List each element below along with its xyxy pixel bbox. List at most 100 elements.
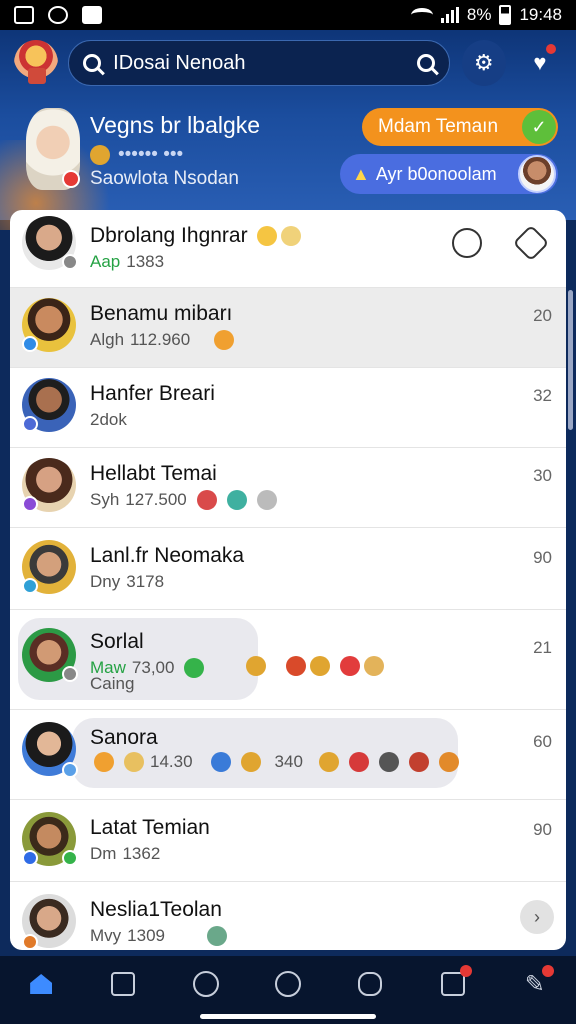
list-item[interactable]: Neslia1Teolan Mvy 1309 › (10, 882, 566, 950)
unread-count: 21 (533, 638, 552, 657)
contact-meta: Aap 1383 (90, 252, 165, 271)
contact-meta: Algh 112.960 (90, 330, 235, 350)
list-item[interactable]: Sanora 14.30 340 60 (10, 710, 566, 800)
group-button[interactable]: ▲ Ayr b0onoolam (340, 154, 558, 194)
chevron-right-icon: › (534, 906, 540, 927)
notification-badge (545, 44, 556, 54)
warning-icon: ▲ (352, 163, 370, 184)
status-badge (22, 496, 38, 512)
add-friend-button[interactable]: Mdam Temaın ✓ (362, 108, 558, 146)
unread-count: 32 (533, 386, 552, 405)
nav-clock[interactable] (271, 967, 305, 1001)
status-badge (22, 850, 38, 866)
emoji-row (242, 656, 384, 676)
status-badge (62, 762, 78, 778)
scroll-down-button[interactable]: › (520, 900, 554, 934)
unread-count: 20 (533, 306, 552, 325)
signal-icon (440, 7, 459, 23)
heart-icon: ♥ (533, 50, 547, 75)
scrollbar[interactable] (568, 290, 573, 430)
book-icon (111, 972, 136, 996)
check-icon: ✓ (522, 110, 556, 144)
contact-meta: Mvy 1309 (90, 926, 227, 946)
search-value: IDosai Nenoah (113, 51, 246, 74)
status-bar: 8% 19:48 (0, 0, 576, 30)
list-item[interactable]: Dbrolang Ihgnrar Aap 1383 (10, 210, 566, 288)
contact-meta: Dm 1362 (90, 844, 161, 863)
contact-name: Benamu mibarı (90, 302, 233, 325)
profile-subtitle: •••••• ••• (90, 144, 183, 166)
panda-icon (48, 6, 68, 24)
clock-time: 19:48 (519, 5, 562, 24)
nav-home[interactable] (24, 967, 58, 1001)
search-input[interactable]: IDosai Nenoah (68, 40, 450, 86)
unread-count: 90 (533, 548, 552, 567)
add-friend-label: Mdam Temaın (378, 116, 499, 137)
nav-edit[interactable]: ✎ (518, 965, 554, 1001)
contact-name: Neslia1Teolan (90, 898, 222, 921)
docs-badge (459, 965, 472, 977)
contact-name: Lanl.fr Neomaka (90, 544, 245, 567)
gallery-icon (14, 6, 34, 24)
status-badge (62, 254, 78, 270)
top-bar: IDosai Nenoah ⚙ ♥ (14, 40, 562, 86)
contact-meta: Dny 3178 (90, 572, 165, 591)
notifications-button[interactable]: ♥ (518, 40, 562, 86)
status-badge (22, 336, 38, 352)
home-icon (30, 974, 53, 994)
contact-name: Sanora (90, 726, 158, 749)
nav-search[interactable] (189, 967, 223, 1001)
status-badge (62, 666, 78, 682)
contact-name: Hellabt Temai (90, 462, 217, 485)
nav-docs[interactable] (436, 965, 472, 1001)
status-badge (22, 416, 38, 432)
contact-meta: 2dok (90, 410, 127, 429)
avatar (518, 155, 556, 193)
list-item[interactable]: Lanl.fr Neomaka Dny 3178 90 (10, 528, 566, 610)
contact-meta: 14.30 340 (90, 752, 459, 772)
list-item[interactable]: Hanfer Breari 2dok 32 (10, 368, 566, 448)
nav-book[interactable] (106, 967, 140, 1001)
unread-count: 60 (533, 732, 552, 751)
search-icon (192, 971, 219, 997)
group-label: Ayr b0onoolam (375, 163, 497, 184)
contact-name: Hanfer Breari (90, 382, 215, 405)
gear-icon: ⚙ (473, 50, 494, 75)
battery-icon (499, 5, 512, 25)
home-indicator[interactable] (200, 1014, 376, 1019)
settings-button[interactable]: ⚙ (461, 40, 506, 86)
search-icon (83, 54, 102, 72)
emoji-icon[interactable] (452, 228, 482, 258)
list-item[interactable]: Hellabt Temai Syh 127.500 30 (10, 448, 566, 528)
status-badge (22, 578, 38, 594)
contact-meta: Syh 127.500 (90, 490, 277, 510)
battery-percent: 8% (466, 5, 492, 24)
docs-icon (440, 972, 465, 996)
contact-name: Latat Temian (90, 816, 210, 839)
wifi-icon (410, 8, 433, 22)
contact-list: Dbrolang Ihgnrar Aap 1383 Benamu mibarı A… (10, 210, 566, 950)
contact-name: Dbrolang Ihgnrar (90, 224, 302, 248)
people-icon (358, 972, 383, 996)
online-badge (62, 850, 78, 866)
coin-icon (90, 145, 110, 165)
search-submit-icon[interactable] (416, 54, 435, 72)
list-item[interactable]: Benamu mibarı Algh 112.960 20 (10, 288, 566, 368)
unread-count: 30 (533, 466, 552, 485)
gear-icon[interactable] (512, 224, 550, 262)
contact-name: Sorlal (90, 630, 144, 653)
unread-count: 90 (533, 820, 552, 839)
status-badge (22, 934, 38, 950)
edit-badge (541, 965, 554, 977)
profile-status-badge (62, 170, 80, 188)
app-logo[interactable] (14, 40, 59, 86)
profile-status: Saowlota Nsodan (90, 168, 239, 189)
profile-name: Vegns br lbalgke (90, 112, 261, 138)
list-item[interactable]: Sorlal Maw 73,00 Caing 21 (10, 610, 566, 710)
nav-people[interactable] (353, 967, 387, 1001)
bookmark-icon (82, 6, 102, 24)
profile-subtitle-text: •••••• ••• (118, 144, 184, 165)
contact-extra: Caing (90, 674, 135, 693)
clock-icon (274, 971, 301, 997)
list-item[interactable]: Latat Temian Dm 1362 90 (10, 800, 566, 882)
